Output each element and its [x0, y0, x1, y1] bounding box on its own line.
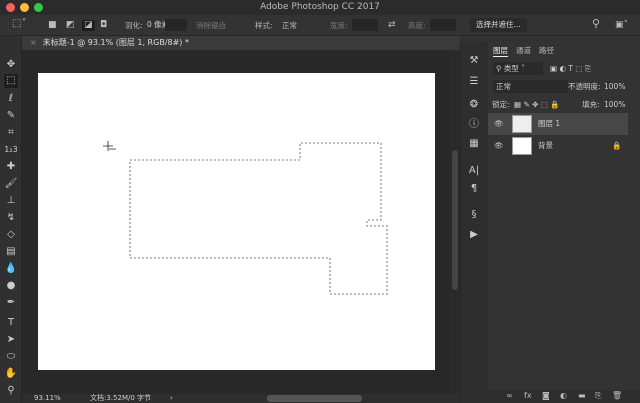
layer-thumbnail: [512, 115, 532, 133]
trash-icon[interactable]: 🗑: [612, 391, 622, 400]
info-icon[interactable]: ⓘ: [467, 118, 481, 132]
tool-presets-icon[interactable]: §: [467, 208, 481, 222]
panel-icon-strip: ⚒ ☰ ❂ ⓘ ▦ A| ¶ § ▶: [460, 42, 487, 403]
blend-mode-value: 正常: [496, 82, 511, 91]
blend-mode-select[interactable]: 正常: [493, 80, 568, 93]
status-bar: 93.11% 文档:3.52M/0 字节 ›: [22, 394, 460, 403]
zoom-level[interactable]: 93.11%: [34, 394, 61, 403]
status-arrow-icon[interactable]: ›: [170, 394, 173, 403]
layer-row[interactable]: 👁 背景 🔒: [488, 135, 628, 157]
adjustment-layer-icon[interactable]: ◐: [560, 391, 567, 400]
character-icon[interactable]: A|: [467, 164, 481, 178]
doc-info: 文档:3.52M/0 字节: [90, 394, 152, 402]
filter-value: 类型: [503, 64, 519, 73]
opacity-input[interactable]: 100%: [604, 80, 625, 93]
crosshair-cursor-icon: [103, 141, 116, 151]
new-layer-icon[interactable]: ⎘: [595, 391, 601, 401]
layer-name: 背景: [538, 141, 553, 150]
swatches-icon[interactable]: ❂: [467, 98, 481, 112]
eye-icon[interactable]: 👁: [494, 113, 504, 135]
lock-icon: 🔒: [612, 141, 622, 150]
group-icon[interactable]: ▬: [578, 391, 586, 400]
fx-icon[interactable]: fx: [524, 391, 532, 400]
fill-input[interactable]: 100%: [604, 98, 625, 111]
brush-preset-icon[interactable]: ⚒: [467, 54, 481, 68]
lock-label: 锁定:: [492, 100, 510, 109]
tab-paths[interactable]: 路径: [539, 45, 554, 56]
layer-name: 图层 1: [538, 119, 561, 128]
fill-label: 填充:: [582, 100, 600, 109]
eye-icon[interactable]: 👁: [494, 135, 504, 157]
link-icon[interactable]: ∞: [506, 391, 513, 400]
lock-icons[interactable]: ▦ ✎ ✥ ⬚ 🔒: [514, 98, 560, 111]
grid-icon[interactable]: ▦: [467, 137, 481, 151]
filter-icons[interactable]: ▣ ◐ T ⬚ ⎘: [550, 62, 591, 75]
mask-icon[interactable]: ◙: [542, 391, 550, 400]
tab-layers[interactable]: 图层: [493, 45, 508, 57]
vertical-scroll-thumb[interactable]: [452, 150, 458, 290]
horizontal-scroll-thumb[interactable]: [267, 395, 362, 402]
layers-panel: 图层 通道 路径 ⚲ 类型 ˅ ▣ ◐ T ⬚ ⎘ 正常 不透明度: 100% …: [488, 42, 640, 403]
adjustments-icon[interactable]: ☰: [467, 75, 481, 89]
layer-thumbnail: [512, 137, 532, 155]
layers-panel-footer: ∞ fx ◙ ◐ ▬ ⎘ 🗑: [488, 390, 640, 403]
layer-row[interactable]: 👁 图层 1: [488, 113, 628, 135]
actions-play-icon[interactable]: ▶: [467, 228, 481, 242]
opacity-label: 不透明度:: [568, 82, 601, 91]
paragraph-icon[interactable]: ¶: [467, 182, 481, 196]
layer-filter-select[interactable]: ⚲ 类型 ˅: [493, 62, 543, 75]
tab-channels[interactable]: 通道: [516, 45, 531, 56]
